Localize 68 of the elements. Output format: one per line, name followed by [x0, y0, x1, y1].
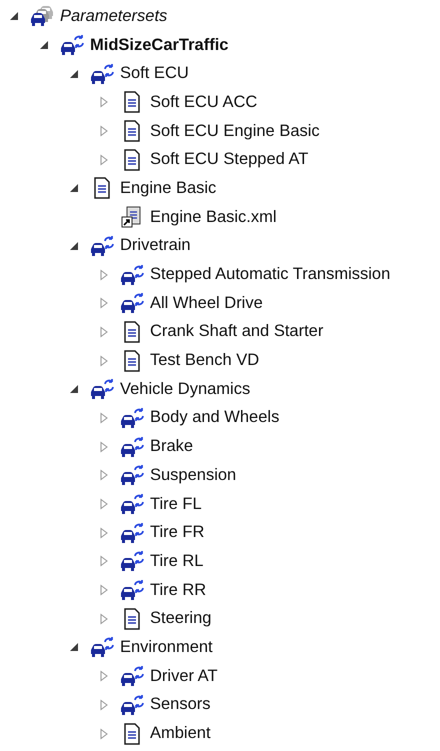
tree-item-label[interactable]: Test Bench VD	[150, 351, 260, 370]
collapsed-arrow-icon[interactable]	[98, 354, 110, 367]
cars-icon	[30, 5, 54, 28]
tree-item-label[interactable]: Drivetrain	[120, 236, 191, 256]
car-sync-icon	[120, 579, 144, 602]
collapsed-arrow-icon[interactable]	[98, 728, 110, 740]
car-sync-icon	[120, 436, 144, 458]
expanded-arrow-icon[interactable]	[8, 10, 20, 22]
tree-item-label[interactable]: Steering	[150, 609, 212, 628]
tree-item-label[interactable]: Tire RL	[150, 552, 204, 571]
tree-item-label[interactable]: MidSizeCarTraffic	[90, 36, 228, 55]
tree-item-label[interactable]: Engine Basic	[120, 178, 216, 198]
collapsed-arrow-icon[interactable]	[98, 412, 110, 424]
car-sync-icon	[120, 264, 144, 286]
collapsed-arrow-icon[interactable]	[98, 698, 110, 711]
collapsed-arrow-icon[interactable]	[98, 555, 110, 568]
tree-item-label[interactable]: Soft ECU Stepped AT	[150, 150, 308, 170]
collapsed-arrow-icon[interactable]	[98, 670, 110, 682]
collapsed-arrow-icon[interactable]	[98, 154, 110, 166]
car-sync-icon	[120, 464, 144, 486]
tree-item-label[interactable]: Soft ECU ACC	[150, 92, 258, 112]
car-sync-icon	[90, 234, 114, 257]
tree-item-label[interactable]: Engine Basic.xml	[150, 208, 277, 227]
collapsed-arrow-icon[interactable]	[98, 526, 110, 539]
car-sync-icon	[120, 406, 144, 429]
tree-item-label[interactable]: Soft ECU	[120, 64, 189, 84]
tree-item-label[interactable]: Crank Shaft and Starter	[150, 322, 324, 342]
tree-item-label[interactable]: Soft ECU Engine Basic	[150, 122, 320, 141]
expanded-arrow-icon[interactable]	[68, 383, 80, 396]
collapsed-arrow-icon[interactable]	[98, 469, 110, 482]
tree-item-label[interactable]: Tire FL	[150, 494, 202, 514]
collapsed-arrow-icon[interactable]	[98, 268, 110, 281]
tree-item-label[interactable]: Vehicle Dynamics	[120, 380, 250, 399]
tree-item-label[interactable]: Tire FR	[150, 523, 204, 542]
car-sync-icon	[90, 378, 114, 400]
car-sync-icon	[90, 636, 114, 658]
car-sync-icon	[120, 550, 144, 572]
car-sync-icon	[120, 493, 144, 516]
collapsed-arrow-icon[interactable]	[98, 498, 110, 510]
collapsed-arrow-icon[interactable]	[98, 440, 110, 453]
car-sync-icon	[120, 292, 144, 314]
car-sync-icon	[120, 694, 144, 716]
expanded-arrow-icon[interactable]	[68, 641, 80, 654]
tree-item-label[interactable]: Ambient	[150, 724, 211, 744]
expanded-arrow-icon[interactable]	[68, 182, 80, 194]
collapsed-arrow-icon[interactable]	[98, 612, 110, 625]
tree-item-label[interactable]: Brake	[150, 437, 194, 456]
tree-item-label[interactable]: Stepped Automatic Transmission	[150, 265, 390, 284]
tree-item-label[interactable]: Environment	[120, 638, 213, 657]
car-sync-icon	[120, 665, 144, 688]
collapsed-arrow-icon[interactable]	[98, 584, 110, 596]
tree-item-label[interactable]: Driver AT	[150, 666, 218, 686]
tree-item-label[interactable]: Tire RR	[150, 580, 206, 600]
tree-item-label[interactable]: Parametersets	[60, 6, 168, 26]
tree-item-label[interactable]: All Wheel Drive	[150, 294, 263, 313]
tree-item-label[interactable]: Suspension	[150, 466, 236, 485]
collapsed-arrow-icon[interactable]	[98, 326, 110, 338]
car-sync-icon	[60, 34, 84, 56]
collapsed-arrow-icon[interactable]	[98, 96, 110, 108]
expanded-arrow-icon[interactable]	[38, 39, 50, 52]
expanded-arrow-icon[interactable]	[68, 68, 80, 80]
expanded-arrow-icon[interactable]	[68, 240, 80, 252]
collapsed-arrow-icon[interactable]	[98, 125, 110, 138]
car-sync-icon	[90, 62, 114, 85]
tree-item-label[interactable]: Sensors	[150, 695, 211, 714]
car-sync-icon	[120, 522, 144, 544]
tree-item-label[interactable]: Body and Wheels	[150, 408, 280, 428]
collapsed-arrow-icon[interactable]	[98, 297, 110, 310]
